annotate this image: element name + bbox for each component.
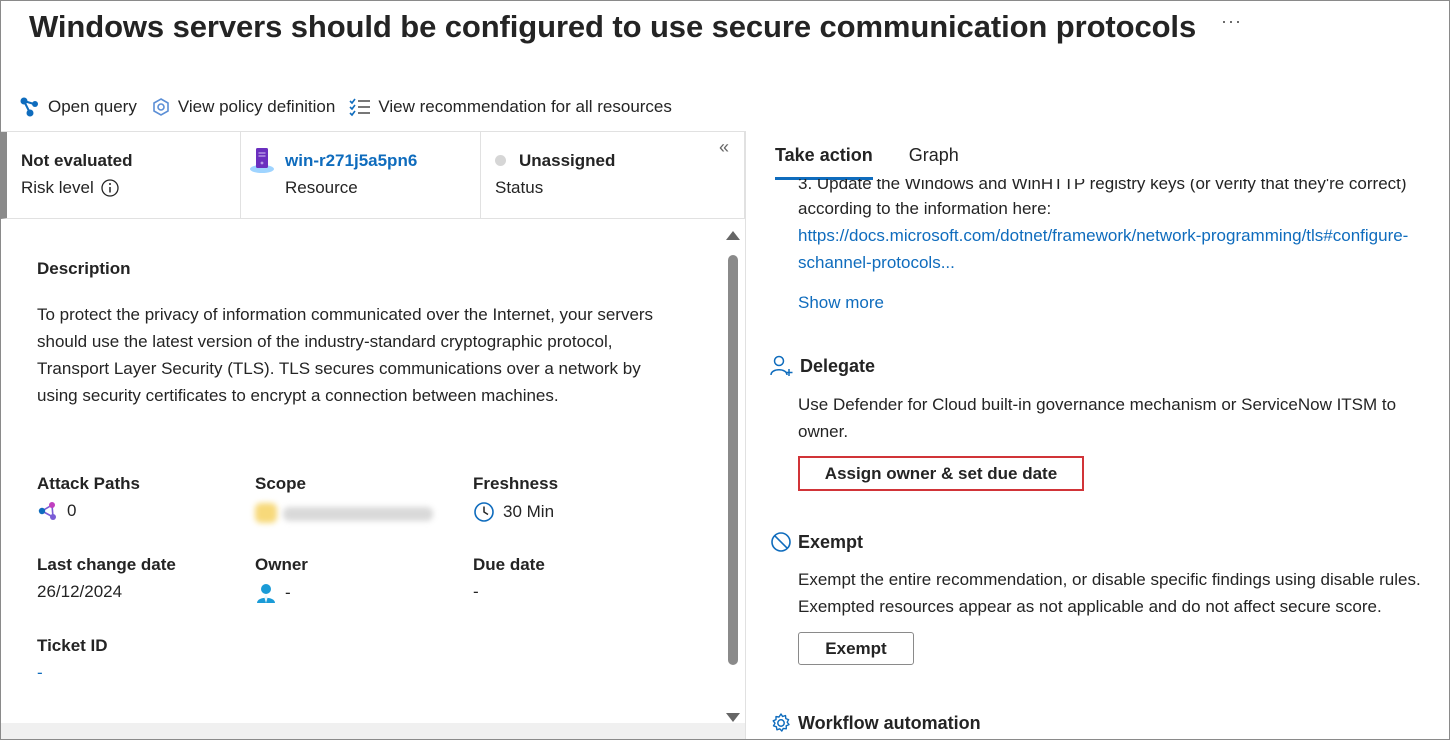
delegate-heading-label: Delegate	[800, 355, 876, 376]
view-all-resources-label: View recommendation for all resources	[378, 97, 672, 116]
ticket-id-label: Ticket ID	[37, 636, 108, 655]
details-scrollbar[interactable]	[721, 219, 745, 723]
gear-icon	[772, 713, 790, 732]
resource-card: win-r271j5a5pn6 Resource	[241, 132, 481, 219]
remediation-step-text-2: according to the information here:	[798, 199, 1052, 218]
owner-value: -	[285, 583, 291, 602]
exempt-button[interactable]: Exempt	[798, 632, 914, 665]
description-heading: Description	[37, 259, 131, 278]
attack-paths-label: Attack Paths	[37, 474, 140, 493]
due-date-field: Due date -	[473, 555, 545, 602]
attack-path-icon	[38, 502, 56, 520]
scroll-up-arrow-icon[interactable]	[726, 231, 740, 240]
person-add-icon	[770, 355, 793, 376]
take-action-panel: 3. Update the Windows and WinHTTP regist…	[746, 179, 1449, 739]
page-title: Windows servers should be configured to …	[29, 9, 1197, 44]
workflow-heading-label: Workflow automation	[798, 712, 981, 733]
server-icon	[250, 148, 274, 173]
user-icon	[257, 584, 275, 603]
docs-link-cont[interactable]: schannel-protocols...	[798, 249, 955, 276]
command-bar: Open query View policy definition View r…	[19, 93, 686, 121]
exempt-heading: Exempt	[770, 531, 863, 553]
risk-level-label: Risk level	[21, 178, 94, 197]
open-query-button[interactable]: Open query	[19, 96, 137, 118]
view-all-resources-button[interactable]: View recommendation for all resources	[349, 97, 672, 117]
last-change-label: Last change date	[37, 555, 176, 574]
policy-icon	[153, 98, 169, 116]
recommendation-pane: Windows servers should be configured to …	[0, 0, 1450, 740]
resource-name-link[interactable]: win-r271j5a5pn6	[285, 151, 417, 171]
more-options-button[interactable]: ···	[1221, 11, 1242, 32]
freshness-label: Freshness	[473, 474, 559, 493]
due-date-label: Due date	[473, 555, 545, 574]
delegate-heading: Delegate	[770, 355, 875, 377]
scroll-thumb[interactable]	[728, 255, 738, 665]
checklist-icon	[349, 98, 371, 117]
tab-list: Take action Graph	[775, 145, 995, 180]
description-text: To protect the privacy of information co…	[37, 305, 654, 405]
exempt-heading-label: Exempt	[798, 531, 864, 552]
resource-label: Resource	[285, 178, 358, 197]
assign-owner-button[interactable]: Assign owner & set due date	[802, 459, 1080, 488]
risk-level-card: Not evaluated Risk level	[1, 132, 241, 219]
info-icon[interactable]	[100, 178, 120, 198]
status-card: Unassigned Status	[481, 132, 745, 219]
due-date-value: -	[473, 582, 479, 601]
delegate-text: Use Defender for Cloud built-in governan…	[798, 395, 1397, 414]
owner-field: Owner -	[255, 555, 308, 604]
risk-level-value: Not evaluated	[21, 151, 133, 170]
status-label: Status	[495, 178, 544, 197]
summary-cards: Not evaluated Risk level win-r271j5a5pn6…	[1, 131, 745, 219]
scope-value-redacted	[255, 501, 435, 525]
ticket-id-value[interactable]: -	[37, 663, 43, 683]
attack-paths-field: Attack Paths 0	[37, 474, 140, 521]
tab-take-action[interactable]: Take action	[775, 145, 873, 180]
workflow-heading: Workflow automation	[770, 712, 981, 734]
scope-label: Scope	[255, 474, 307, 493]
prohibited-icon	[771, 532, 791, 552]
delegate-text-2: owner.	[798, 422, 849, 441]
attack-paths-value[interactable]: 0	[67, 501, 76, 521]
collapse-chevron-icon[interactable]: «	[719, 137, 729, 158]
clock-icon	[474, 502, 494, 522]
status-value: Unassigned	[519, 151, 616, 170]
query-icon	[20, 97, 38, 117]
open-query-label: Open query	[48, 97, 137, 116]
scroll-down-arrow-icon[interactable]	[726, 713, 740, 722]
docs-link[interactable]: https://docs.microsoft.com/dotnet/framew…	[798, 222, 1408, 249]
last-change-field: Last change date 26/12/2024	[37, 555, 176, 602]
freshness-field: Freshness 30 Min	[473, 474, 558, 523]
show-more-link[interactable]: Show more	[798, 289, 884, 316]
details-panel: Description To protect the privacy of in…	[1, 219, 721, 719]
tab-graph[interactable]: Graph	[909, 145, 959, 180]
bottom-strip	[1, 723, 745, 739]
status-dot-icon	[495, 155, 506, 166]
scope-field: Scope	[255, 474, 435, 525]
last-change-value: 26/12/2024	[37, 582, 123, 601]
freshness-value: 30 Min	[503, 502, 555, 521]
risk-level-row: Risk level	[21, 178, 120, 198]
exempt-text-2: Exempted resources appear as not applica…	[798, 597, 1382, 616]
view-policy-button[interactable]: View policy definition	[151, 97, 336, 117]
ticket-id-field: Ticket ID -	[37, 636, 108, 683]
view-policy-label: View policy definition	[177, 97, 336, 116]
owner-label: Owner	[255, 555, 308, 574]
exempt-text: Exempt the entire recommendation, or dis…	[798, 570, 1421, 589]
